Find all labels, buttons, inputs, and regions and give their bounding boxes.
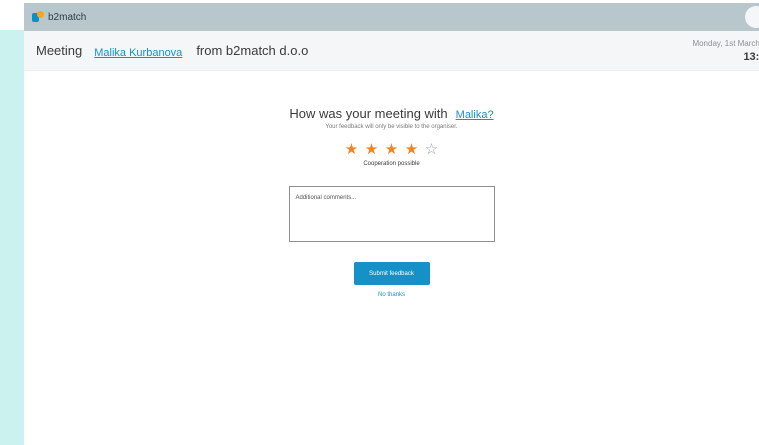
star-icon[interactable]: ★ bbox=[404, 142, 420, 157]
feedback-form: How was your meeting with Malika? Your f… bbox=[24, 71, 759, 298]
meeting-header: Meeting Malika Kurbanova from b2match d.… bbox=[24, 31, 759, 71]
star-icon[interactable]: ★ bbox=[344, 142, 360, 157]
organization-text: from b2match d.o.o bbox=[196, 43, 309, 58]
star-outline-icon[interactable]: ☆ bbox=[424, 142, 440, 157]
b2match-logo-icon bbox=[32, 11, 44, 23]
b2match-logo[interactable]: b2match bbox=[32, 11, 86, 23]
top-navbar: b2match bbox=[24, 3, 759, 31]
logo-text: b2match bbox=[48, 11, 87, 23]
app-window: b2match Meeting Malika Kurbanova from b2… bbox=[24, 3, 759, 445]
star-rating: ★ ★ ★ ★ ☆ bbox=[24, 142, 759, 157]
star-icon[interactable]: ★ bbox=[384, 142, 400, 157]
background-top bbox=[0, 0, 24, 30]
question-partner-link[interactable]: Malika? bbox=[456, 109, 494, 121]
no-thanks-link[interactable]: No thanks bbox=[24, 292, 759, 298]
star-icon[interactable]: ★ bbox=[364, 142, 380, 157]
comments-textarea[interactable]: Additional comments... bbox=[288, 186, 495, 242]
rating-label: Cooperation possible bbox=[363, 161, 420, 167]
submit-feedback-button[interactable]: Submit feedback bbox=[353, 262, 430, 285]
avatar[interactable] bbox=[745, 6, 759, 28]
partner-name-link[interactable]: Malika Kurbanova bbox=[94, 47, 182, 59]
privacy-note: Your feedback will only be visible to th… bbox=[325, 124, 458, 130]
feedback-question: How was your meeting with Malika? bbox=[24, 106, 759, 121]
meeting-time: 13:( bbox=[743, 51, 759, 63]
meeting-label: Meeting bbox=[36, 43, 83, 58]
background-side-panel bbox=[0, 30, 24, 445]
question-text: How was your meeting with bbox=[289, 106, 448, 121]
meeting-date: Monday, 1st March 20 bbox=[692, 39, 759, 48]
